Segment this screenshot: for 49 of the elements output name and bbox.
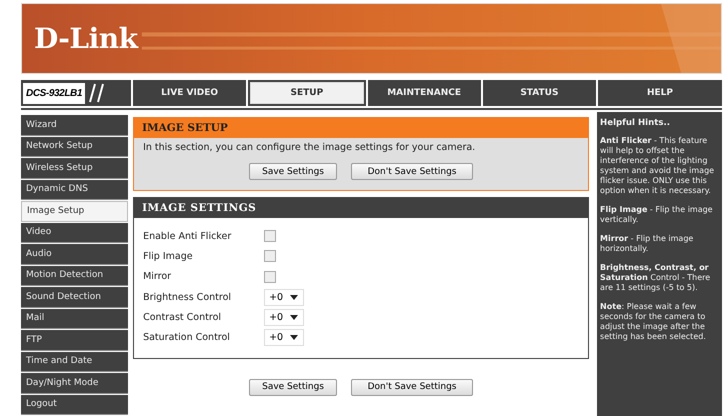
sidebar-item[interactable]: Network Setup [21, 136, 128, 157]
sidebar-item[interactable]: Dynamic DNS [21, 180, 128, 200]
nav-tab[interactable]: SETUP [248, 80, 366, 106]
sidebar-item[interactable]: Audio [21, 244, 128, 264]
caret-icon [290, 335, 298, 340]
sidebar-item[interactable]: Video [21, 222, 128, 243]
sidebar-item[interactable]: Sound Detection [21, 287, 128, 308]
checkbox[interactable] [264, 270, 276, 283]
nav-tab[interactable]: HELP [598, 80, 722, 106]
hint-text: Anti Flicker - This feature will help to offset the interference of the lighting system and avoid the image flicker issue. ONLY use this option when it is necessary. [600, 136, 716, 196]
sidebar-item[interactable]: FTP [21, 330, 128, 350]
sidebar-item[interactable]: Motion Detection [21, 266, 128, 286]
sidebar-item[interactable]: Time and Date [21, 352, 128, 372]
setting-label: Flip Image [143, 250, 194, 262]
setting-label: Contrast Control [143, 312, 222, 323]
setting-label: Mirror [143, 271, 172, 282]
logo: D-Link [34, 22, 138, 55]
nav-tab[interactable]: MAINTENANCE [368, 80, 481, 106]
description-text: In this section, you can configure the image settings for your camera. [143, 142, 476, 153]
setting-label: Brightness Control [143, 292, 232, 303]
hints-title: Helpful Hints.. [600, 118, 671, 128]
sidebar-item[interactable]: Image Setup [21, 201, 128, 222]
settings-button[interactable]: Don't Save Settings [351, 378, 474, 396]
checkbox[interactable] [264, 250, 276, 262]
nav-tab[interactable]: LIVE VIDEO [133, 80, 246, 106]
caret-icon [290, 294, 298, 300]
checkbox[interactable] [264, 230, 276, 242]
sidebar-item[interactable]: Day/Night Mode [21, 373, 128, 394]
sidebar-item[interactable]: Wireless Setup [21, 158, 128, 178]
nav-tab[interactable]: STATUS [482, 80, 596, 106]
hint-text: Brightness, Contrast, or Saturation Control - There are 11 settings (-5 to 5). [600, 263, 712, 293]
settings-button[interactable]: Save Settings [249, 163, 338, 180]
dropdown[interactable]: +0 [264, 329, 304, 346]
caret-icon [290, 314, 298, 320]
sidebar-item[interactable]: Mail [21, 308, 128, 329]
panel-title: IMAGE SETTINGS [134, 198, 588, 218]
setting-label: Enable Anti Flicker [143, 230, 232, 242]
panel-title: IMAGE SETUP [134, 118, 588, 138]
hint-text: Mirror - Flip the image horizontally. [600, 234, 694, 254]
setting-label: Saturation Control [143, 332, 231, 344]
sidebar-item[interactable]: Logout [21, 394, 128, 415]
sidebar-item[interactable]: Wizard [21, 115, 128, 136]
model-name: DCS-932LB1 [23, 82, 86, 104]
settings-button[interactable]: Don't Save Settings [351, 163, 474, 180]
settings-button[interactable]: Save Settings [249, 378, 338, 396]
hint-text: Note: Please wait a few seconds for the camera to adjust the image after the setting has been selected. [600, 302, 707, 342]
dropdown[interactable]: +0 [264, 288, 304, 306]
dropdown[interactable]: +0 [264, 308, 304, 326]
hint-text: Flip Image - Flip the image vertically. [600, 205, 714, 225]
